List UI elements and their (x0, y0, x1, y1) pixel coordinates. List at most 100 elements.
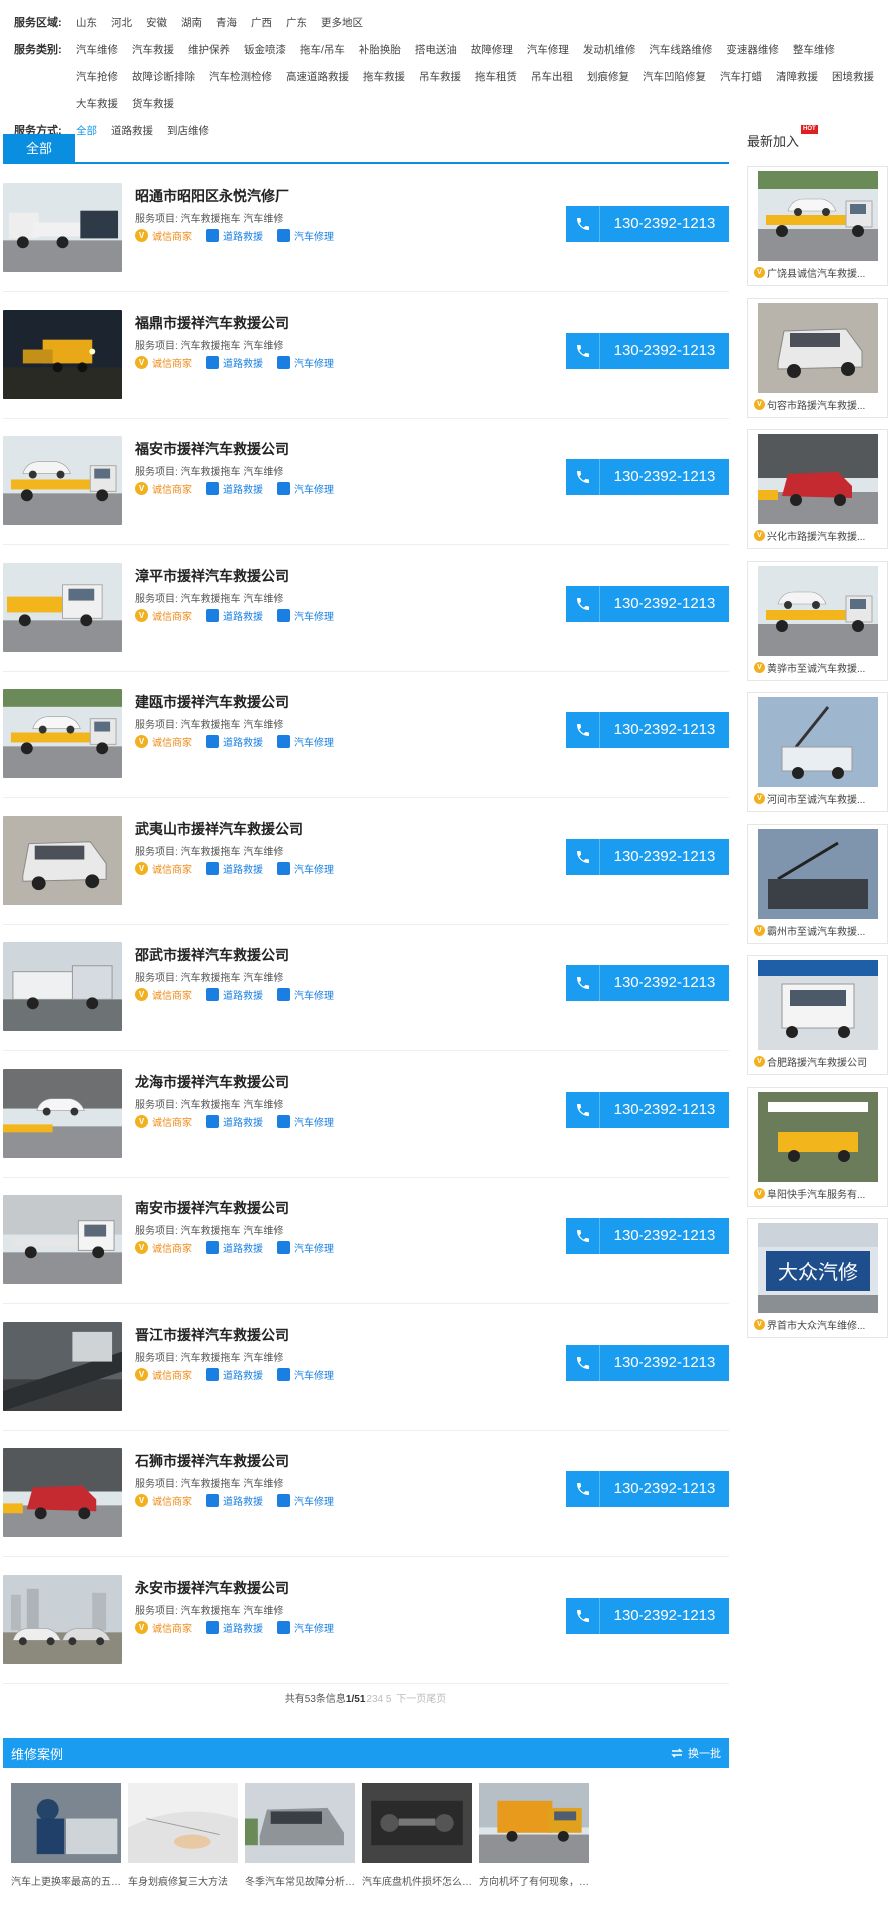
listing-photo[interactable] (3, 942, 122, 1031)
listing-photo[interactable] (3, 1068, 122, 1158)
latest-photo[interactable] (758, 302, 878, 393)
filter-option[interactable]: 补胎换胎 (359, 37, 401, 64)
company-name[interactable]: 武夷山市援祥汽车救援公司 (135, 819, 303, 839)
phone-button[interactable]: 130-2392-1213 (566, 206, 729, 242)
filter-option[interactable]: 安徽 (146, 10, 167, 37)
company-name[interactable]: 漳平市援祥汽车救援公司 (135, 566, 289, 586)
filter-option[interactable]: 汽车线路维修 (649, 37, 712, 64)
pager-pages[interactable]: 234 5 (366, 1694, 391, 1705)
filter-option[interactable]: 货车救援 (132, 91, 174, 118)
listing-photo[interactable] (3, 1195, 122, 1284)
filter-option[interactable]: 汽车维修 (76, 37, 118, 64)
latest-title[interactable]: V 河间市至诚汽车救援... (754, 791, 882, 806)
latest-title[interactable]: V 句容市路援汽车救援... (754, 397, 882, 412)
filter-option[interactable]: 维护保养 (188, 37, 230, 64)
filter-option[interactable]: 故障诊断排除 (132, 64, 195, 91)
filter-option[interactable]: 故障修理 (471, 37, 513, 64)
filter-option[interactable]: 汽车打蜡 (720, 64, 762, 91)
tab-all[interactable]: 全部 (3, 134, 75, 164)
latest-photo[interactable] (758, 434, 878, 524)
case-photo[interactable] (479, 1783, 589, 1863)
latest-title[interactable]: V 阜阳快手汽车服务有... (754, 1186, 882, 1201)
case-title[interactable]: 方向机坏了有何现象，车还... (479, 1873, 589, 1888)
filter-option[interactable]: 更多地区 (321, 10, 363, 37)
listing-photo[interactable] (3, 1448, 122, 1537)
phone-button[interactable]: 130-2392-1213 (566, 712, 729, 748)
listing-photo[interactable] (3, 183, 122, 272)
case-photo[interactable] (362, 1783, 472, 1863)
latest-title[interactable]: V 黄骅市至诚汽车救援... (754, 660, 882, 675)
filter-option[interactable]: 吊车出租 (531, 64, 573, 91)
filter-option[interactable]: 发动机维修 (583, 37, 636, 64)
company-name[interactable]: 石狮市援祥汽车救援公司 (135, 1451, 289, 1471)
case-item[interactable]: 冬季汽车常见故障分析和解... (245, 1783, 355, 1888)
case-photo[interactable] (245, 1783, 355, 1863)
company-name[interactable]: 昭通市昭阳区永悦汽修厂 (135, 186, 289, 206)
case-title[interactable]: 汽车上更换率最高的五个配... (11, 1873, 121, 1888)
filter-option[interactable]: 河北 (111, 10, 132, 37)
case-item[interactable]: 汽车底盘机件损坏怎么办? (362, 1783, 472, 1888)
filter-option[interactable]: 山东 (76, 10, 97, 37)
phone-button[interactable]: 130-2392-1213 (566, 1471, 729, 1507)
filter-option[interactable]: 变速器维修 (726, 37, 779, 64)
listing-photo[interactable] (3, 309, 122, 399)
latest-title[interactable]: V 界首市大众汽车维修... (754, 1317, 882, 1332)
listing-photo[interactable] (3, 1574, 122, 1664)
case-item[interactable]: 汽车上更换率最高的五个配... (11, 1783, 121, 1888)
latest-title[interactable]: V 广饶县诚信汽车救援... (754, 265, 882, 280)
case-title[interactable]: 汽车底盘机件损坏怎么办? (362, 1873, 472, 1888)
phone-button[interactable]: 130-2392-1213 (566, 459, 729, 495)
phone-button[interactable]: 130-2392-1213 (566, 1218, 729, 1254)
latest-photo[interactable] (758, 1091, 878, 1182)
company-name[interactable]: 邵武市援祥汽车救援公司 (135, 945, 289, 965)
latest-photo[interactable] (758, 565, 878, 656)
latest-card[interactable]: V 黄骅市至诚汽车救援... (747, 560, 888, 681)
filter-option[interactable]: 汽车凹陷修复 (643, 64, 706, 91)
case-photo[interactable] (11, 1783, 121, 1863)
company-name[interactable]: 南安市援祥汽车救援公司 (135, 1198, 289, 1218)
listing-photo[interactable] (3, 436, 122, 525)
case-photo[interactable] (128, 1783, 238, 1863)
filter-option[interactable]: 拖车租赁 (475, 64, 517, 91)
latest-card[interactable]: V 霸州市至诚汽车救援... (747, 823, 888, 944)
latest-card[interactable]: V 兴化市路援汽车救援... (747, 429, 888, 549)
latest-photo[interactable] (758, 828, 878, 919)
case-title[interactable]: 冬季汽车常见故障分析和解... (245, 1873, 355, 1888)
company-name[interactable]: 永安市援祥汽车救援公司 (135, 1578, 289, 1598)
latest-card[interactable]: V 阜阳快手汽车服务有... (747, 1086, 888, 1207)
filter-option[interactable]: 搭电送油 (415, 37, 457, 64)
phone-button[interactable]: 130-2392-1213 (566, 585, 729, 622)
filter-option[interactable]: 吊车救援 (419, 64, 461, 91)
company-name[interactable]: 龙海市援祥汽车救援公司 (135, 1072, 289, 1092)
latest-photo[interactable] (758, 697, 878, 787)
filter-option[interactable]: 拖车救援 (363, 64, 405, 91)
phone-button[interactable]: 130-2392-1213 (566, 965, 729, 1001)
latest-card[interactable]: V 合肥路援汽车救援公司 (747, 955, 888, 1075)
filter-option[interactable]: 广西 (251, 10, 272, 37)
latest-card[interactable]: 大众汽修 V 界首市大众汽车维修... (747, 1218, 888, 1338)
filter-option[interactable]: 汽车救援 (132, 37, 174, 64)
listing-photo[interactable] (3, 1321, 122, 1411)
filter-option[interactable]: 整车维修 (793, 37, 835, 64)
filter-option[interactable]: 划痕修复 (587, 64, 629, 91)
filter-option[interactable]: 大车救援 (76, 91, 118, 118)
case-title[interactable]: 车身划痕修复三大方法 (128, 1873, 238, 1888)
company-name[interactable]: 福鼎市援祥汽车救援公司 (135, 313, 289, 333)
filter-option[interactable]: 汽车修理 (527, 37, 569, 64)
phone-button[interactable]: 130-2392-1213 (566, 332, 729, 369)
filter-option[interactable]: 困境救援 (832, 64, 874, 91)
filter-option[interactable]: 汽车抢修 (76, 64, 118, 91)
listing-photo[interactable] (3, 562, 122, 652)
phone-button[interactable]: 130-2392-1213 (566, 838, 729, 875)
latest-title[interactable]: V 合肥路援汽车救援公司 (754, 1054, 882, 1069)
latest-title[interactable]: V 霸州市至诚汽车救援... (754, 923, 882, 938)
company-name[interactable]: 晋江市援祥汽车救援公司 (135, 1325, 289, 1345)
case-item[interactable]: 方向机坏了有何现象，车还... (479, 1783, 589, 1888)
swap-button[interactable]: 换一批 (670, 1745, 721, 1761)
latest-title[interactable]: V 兴化市路援汽车救援... (754, 528, 882, 543)
latest-photo[interactable] (758, 960, 878, 1050)
pager-next[interactable]: 下一页尾页 (396, 1694, 446, 1705)
company-name[interactable]: 建瓯市援祥汽车救援公司 (135, 692, 289, 712)
filter-option[interactable]: 钣金喷漆 (244, 37, 286, 64)
case-item[interactable]: 车身划痕修复三大方法 (128, 1783, 238, 1888)
